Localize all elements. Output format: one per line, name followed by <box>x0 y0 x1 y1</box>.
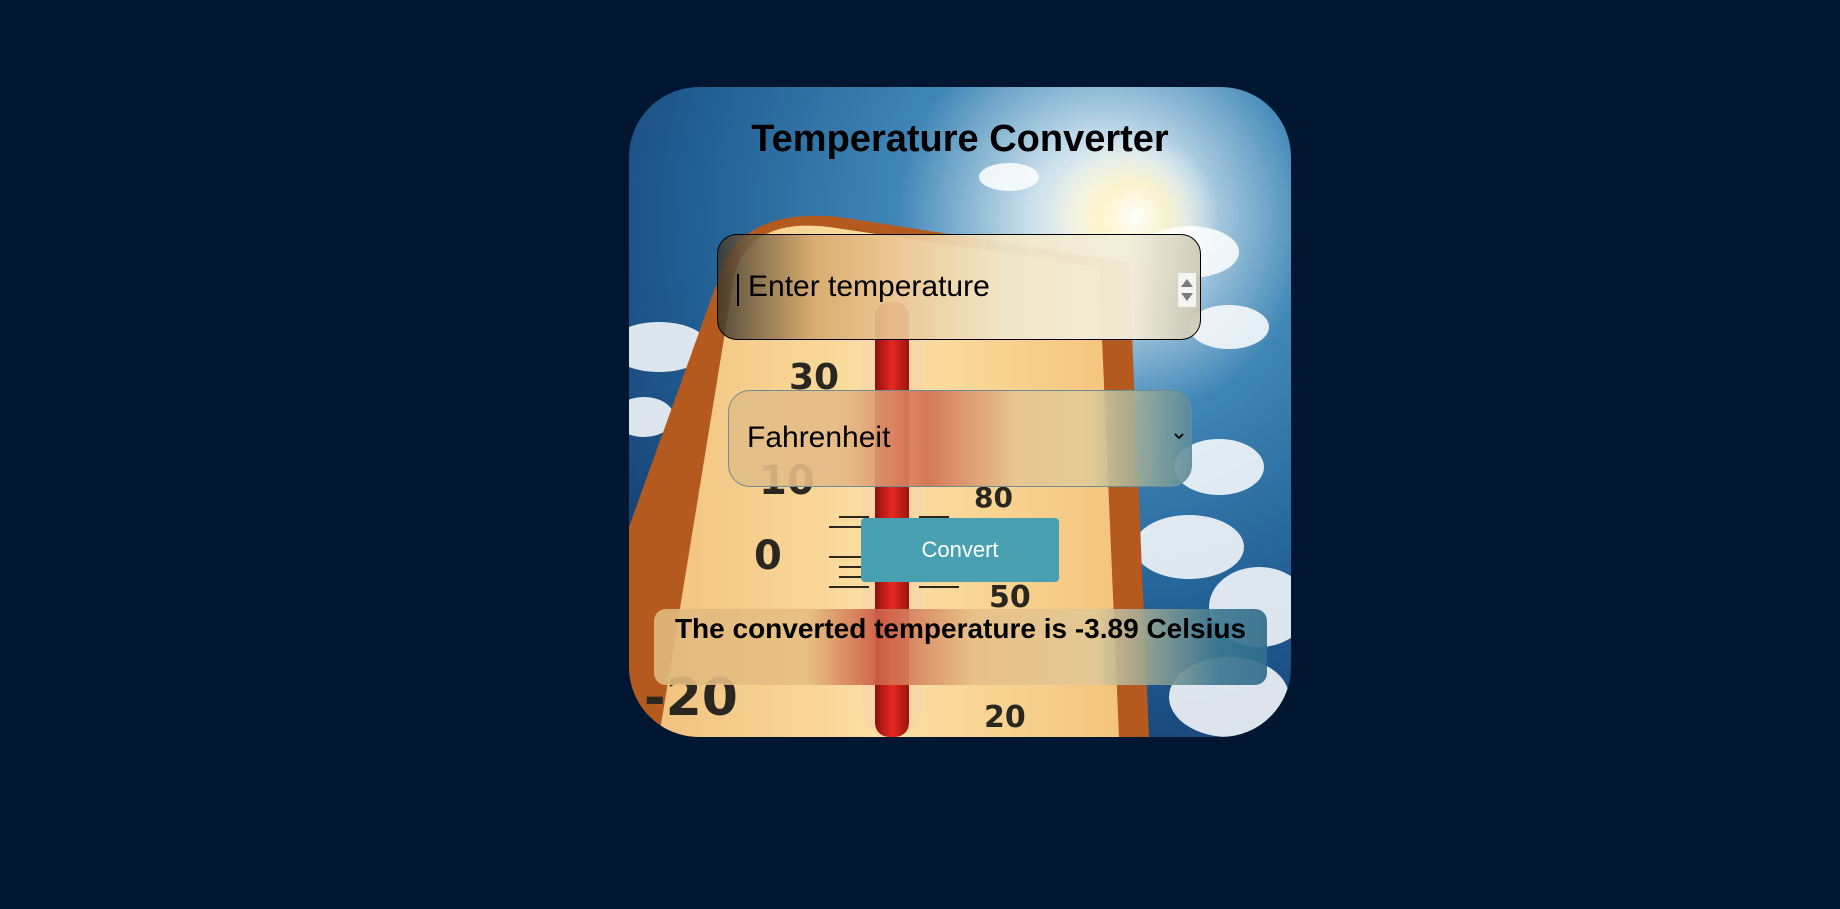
convert-button[interactable]: Convert <box>861 518 1059 582</box>
svg-text:0: 0 <box>754 533 782 579</box>
page-title: Temperature Converter <box>751 118 1169 160</box>
unit-select[interactable]: Fahrenheit <box>728 390 1192 487</box>
temperature-input-container[interactable] <box>717 234 1201 340</box>
spinner-up-icon[interactable] <box>1181 279 1193 287</box>
unit-select-value: Fahrenheit <box>747 421 891 454</box>
svg-text:20: 20 <box>984 700 1026 735</box>
text-cursor <box>737 274 739 306</box>
result-text: The converted temperature is -3.89 Celsi… <box>674 613 1247 644</box>
spinner-arrows-icon[interactable] <box>1178 273 1196 307</box>
converter-card: 30 10 0 -20 80 50 20 Temperature Convert… <box>629 87 1291 737</box>
temperature-input[interactable] <box>718 235 1200 339</box>
chevron-down-icon <box>1174 433 1184 440</box>
spinner-down-icon[interactable] <box>1181 293 1193 301</box>
